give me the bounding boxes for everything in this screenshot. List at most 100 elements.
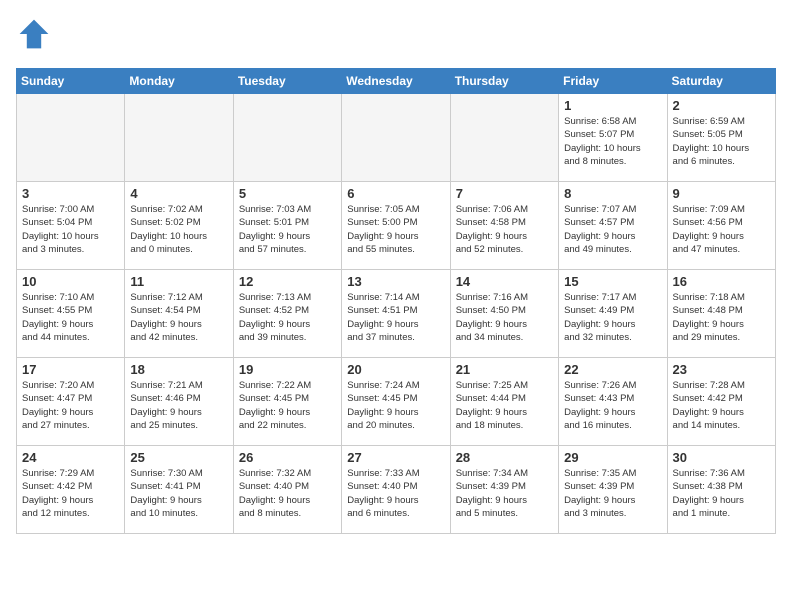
day-info: Sunrise: 7:14 AMSunset: 4:51 PMDaylight:… — [347, 291, 444, 344]
day-info: Sunrise: 7:24 AMSunset: 4:45 PMDaylight:… — [347, 379, 444, 432]
day-number: 5 — [239, 186, 336, 201]
calendar-cell — [17, 94, 125, 182]
day-number: 7 — [456, 186, 553, 201]
day-number: 2 — [673, 98, 770, 113]
day-number: 14 — [456, 274, 553, 289]
day-number: 19 — [239, 362, 336, 377]
day-info: Sunrise: 7:22 AMSunset: 4:45 PMDaylight:… — [239, 379, 336, 432]
day-number: 30 — [673, 450, 770, 465]
day-number: 13 — [347, 274, 444, 289]
week-row-1: 3 Sunrise: 7:00 AMSunset: 5:04 PMDaylight… — [17, 182, 776, 270]
calendar-cell: 30 Sunrise: 7:36 AMSunset: 4:38 PMDayligh… — [667, 446, 775, 534]
col-header-tuesday: Tuesday — [233, 69, 341, 94]
day-number: 12 — [239, 274, 336, 289]
calendar-cell: 12 Sunrise: 7:13 AMSunset: 4:52 PMDayligh… — [233, 270, 341, 358]
day-number: 16 — [673, 274, 770, 289]
day-number: 3 — [22, 186, 119, 201]
week-row-0: 1 Sunrise: 6:58 AMSunset: 5:07 PMDaylight… — [17, 94, 776, 182]
calendar-cell: 24 Sunrise: 7:29 AMSunset: 4:42 PMDayligh… — [17, 446, 125, 534]
page-header — [16, 16, 776, 52]
calendar-cell: 9 Sunrise: 7:09 AMSunset: 4:56 PMDaylight… — [667, 182, 775, 270]
day-number: 28 — [456, 450, 553, 465]
calendar-cell: 2 Sunrise: 6:59 AMSunset: 5:05 PMDaylight… — [667, 94, 775, 182]
calendar-cell: 28 Sunrise: 7:34 AMSunset: 4:39 PMDayligh… — [450, 446, 558, 534]
day-number: 17 — [22, 362, 119, 377]
day-info: Sunrise: 7:07 AMSunset: 4:57 PMDaylight:… — [564, 203, 661, 256]
calendar-cell: 27 Sunrise: 7:33 AMSunset: 4:40 PMDayligh… — [342, 446, 450, 534]
day-number: 29 — [564, 450, 661, 465]
day-info: Sunrise: 7:02 AMSunset: 5:02 PMDaylight:… — [130, 203, 227, 256]
day-info: Sunrise: 7:18 AMSunset: 4:48 PMDaylight:… — [673, 291, 770, 344]
week-row-4: 24 Sunrise: 7:29 AMSunset: 4:42 PMDayligh… — [17, 446, 776, 534]
logo-icon — [16, 16, 52, 52]
day-number: 20 — [347, 362, 444, 377]
day-info: Sunrise: 7:00 AMSunset: 5:04 PMDaylight:… — [22, 203, 119, 256]
day-number: 1 — [564, 98, 661, 113]
calendar-cell: 17 Sunrise: 7:20 AMSunset: 4:47 PMDayligh… — [17, 358, 125, 446]
day-number: 15 — [564, 274, 661, 289]
day-number: 22 — [564, 362, 661, 377]
day-info: Sunrise: 7:25 AMSunset: 4:44 PMDaylight:… — [456, 379, 553, 432]
calendar-cell: 19 Sunrise: 7:22 AMSunset: 4:45 PMDayligh… — [233, 358, 341, 446]
day-info: Sunrise: 7:29 AMSunset: 4:42 PMDaylight:… — [22, 467, 119, 520]
day-number: 24 — [22, 450, 119, 465]
col-header-wednesday: Wednesday — [342, 69, 450, 94]
calendar-cell — [233, 94, 341, 182]
day-info: Sunrise: 7:13 AMSunset: 4:52 PMDaylight:… — [239, 291, 336, 344]
day-info: Sunrise: 7:05 AMSunset: 5:00 PMDaylight:… — [347, 203, 444, 256]
calendar-cell: 22 Sunrise: 7:26 AMSunset: 4:43 PMDayligh… — [559, 358, 667, 446]
col-header-thursday: Thursday — [450, 69, 558, 94]
day-info: Sunrise: 7:17 AMSunset: 4:49 PMDaylight:… — [564, 291, 661, 344]
calendar-cell: 14Sunrise: 7:16 AMSunset: 4:50 PMDayligh… — [450, 270, 558, 358]
day-info: Sunrise: 7:26 AMSunset: 4:43 PMDaylight:… — [564, 379, 661, 432]
day-number: 21 — [456, 362, 553, 377]
day-info: Sunrise: 7:33 AMSunset: 4:40 PMDaylight:… — [347, 467, 444, 520]
calendar-cell — [450, 94, 558, 182]
day-info: Sunrise: 7:28 AMSunset: 4:42 PMDaylight:… — [673, 379, 770, 432]
day-number: 9 — [673, 186, 770, 201]
day-number: 8 — [564, 186, 661, 201]
day-number: 25 — [130, 450, 227, 465]
day-info: Sunrise: 7:35 AMSunset: 4:39 PMDaylight:… — [564, 467, 661, 520]
day-info: Sunrise: 7:34 AMSunset: 4:39 PMDaylight:… — [456, 467, 553, 520]
day-info: Sunrise: 7:20 AMSunset: 4:47 PMDaylight:… — [22, 379, 119, 432]
calendar-cell: 8 Sunrise: 7:07 AMSunset: 4:57 PMDaylight… — [559, 182, 667, 270]
day-info: Sunrise: 7:09 AMSunset: 4:56 PMDaylight:… — [673, 203, 770, 256]
calendar-cell: 7 Sunrise: 7:06 AMSunset: 4:58 PMDaylight… — [450, 182, 558, 270]
day-info: Sunrise: 7:36 AMSunset: 4:38 PMDaylight:… — [673, 467, 770, 520]
calendar-cell: 6 Sunrise: 7:05 AMSunset: 5:00 PMDaylight… — [342, 182, 450, 270]
calendar-cell: 3 Sunrise: 7:00 AMSunset: 5:04 PMDaylight… — [17, 182, 125, 270]
day-number: 6 — [347, 186, 444, 201]
day-number: 4 — [130, 186, 227, 201]
day-info: Sunrise: 6:58 AMSunset: 5:07 PMDaylight:… — [564, 115, 661, 168]
logo — [16, 16, 58, 52]
calendar-cell: 20 Sunrise: 7:24 AMSunset: 4:45 PMDayligh… — [342, 358, 450, 446]
col-header-sunday: Sunday — [17, 69, 125, 94]
day-info: Sunrise: 7:03 AMSunset: 5:01 PMDaylight:… — [239, 203, 336, 256]
calendar-header-row: SundayMondayTuesdayWednesdayThursdayFrid… — [17, 69, 776, 94]
week-row-2: 10Sunrise: 7:10 AMSunset: 4:55 PMDayligh… — [17, 270, 776, 358]
day-info: Sunrise: 7:30 AMSunset: 4:41 PMDaylight:… — [130, 467, 227, 520]
calendar-cell: 5 Sunrise: 7:03 AMSunset: 5:01 PMDaylight… — [233, 182, 341, 270]
calendar-cell: 21 Sunrise: 7:25 AMSunset: 4:44 PMDayligh… — [450, 358, 558, 446]
calendar-cell: 10Sunrise: 7:10 AMSunset: 4:55 PMDayligh… — [17, 270, 125, 358]
day-number: 23 — [673, 362, 770, 377]
day-number: 26 — [239, 450, 336, 465]
col-header-friday: Friday — [559, 69, 667, 94]
day-info: Sunrise: 7:21 AMSunset: 4:46 PMDaylight:… — [130, 379, 227, 432]
calendar-table: SundayMondayTuesdayWednesdayThursdayFrid… — [16, 68, 776, 534]
day-info: Sunrise: 6:59 AMSunset: 5:05 PMDaylight:… — [673, 115, 770, 168]
day-info: Sunrise: 7:32 AMSunset: 4:40 PMDaylight:… — [239, 467, 336, 520]
day-number: 11 — [130, 274, 227, 289]
day-info: Sunrise: 7:06 AMSunset: 4:58 PMDaylight:… — [456, 203, 553, 256]
col-header-saturday: Saturday — [667, 69, 775, 94]
calendar-cell: 1 Sunrise: 6:58 AMSunset: 5:07 PMDaylight… — [559, 94, 667, 182]
calendar-cell: 4 Sunrise: 7:02 AMSunset: 5:02 PMDaylight… — [125, 182, 233, 270]
calendar-cell — [342, 94, 450, 182]
day-number: 18 — [130, 362, 227, 377]
calendar-cell: 16 Sunrise: 7:18 AMSunset: 4:48 PMDayligh… — [667, 270, 775, 358]
calendar-cell: 29 Sunrise: 7:35 AMSunset: 4:39 PMDayligh… — [559, 446, 667, 534]
calendar-cell: 11Sunrise: 7:12 AMSunset: 4:54 PMDayligh… — [125, 270, 233, 358]
calendar-cell: 23 Sunrise: 7:28 AMSunset: 4:42 PMDayligh… — [667, 358, 775, 446]
day-number: 27 — [347, 450, 444, 465]
